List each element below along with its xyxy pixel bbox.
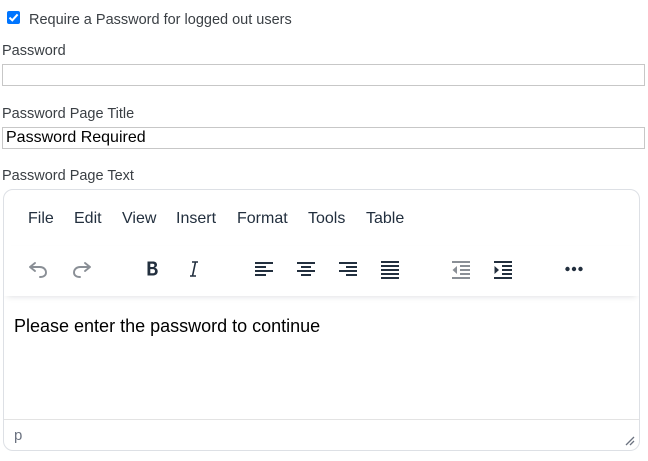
- bold-icon[interactable]: [138, 257, 166, 281]
- align-left-icon[interactable]: [250, 257, 278, 281]
- menu-view[interactable]: View: [122, 210, 156, 228]
- outdent-icon[interactable]: [447, 257, 475, 281]
- menu-tools[interactable]: Tools: [308, 210, 345, 228]
- menu-file[interactable]: File: [28, 210, 54, 228]
- editor-toolbar: [4, 246, 639, 296]
- require-password-checkbox[interactable]: [7, 11, 20, 24]
- more-icon[interactable]: [560, 257, 588, 281]
- editor-menubar: File Edit View Insert Format Tools Table: [4, 190, 639, 246]
- align-justify-icon[interactable]: [376, 257, 404, 281]
- redo-icon[interactable]: [68, 257, 96, 281]
- page-title-label: Password Page Title: [2, 106, 135, 122]
- align-center-icon[interactable]: [292, 257, 320, 281]
- checkmark-icon: [8, 13, 19, 22]
- rich-text-editor: File Edit View Insert Format Tools Table: [3, 189, 640, 451]
- menu-format[interactable]: Format: [237, 210, 288, 228]
- resize-handle-icon[interactable]: [623, 434, 635, 446]
- italic-icon[interactable]: [180, 257, 208, 281]
- undo-icon[interactable]: [24, 257, 52, 281]
- element-path[interactable]: p: [14, 427, 22, 444]
- password-field[interactable]: [2, 64, 645, 86]
- editor-content[interactable]: Please enter the password to continue: [14, 316, 320, 337]
- indent-icon[interactable]: [489, 257, 517, 281]
- require-password-label: Require a Password for logged out users: [29, 12, 292, 28]
- menu-edit[interactable]: Edit: [74, 210, 102, 228]
- page-text-label: Password Page Text: [2, 168, 134, 184]
- align-right-icon[interactable]: [334, 257, 362, 281]
- password-label: Password: [2, 43, 66, 59]
- editor-statusbar: p: [4, 419, 639, 450]
- menu-insert[interactable]: Insert: [176, 210, 216, 228]
- page-title-field[interactable]: Password Required: [2, 127, 645, 149]
- menu-table[interactable]: Table: [366, 210, 404, 228]
